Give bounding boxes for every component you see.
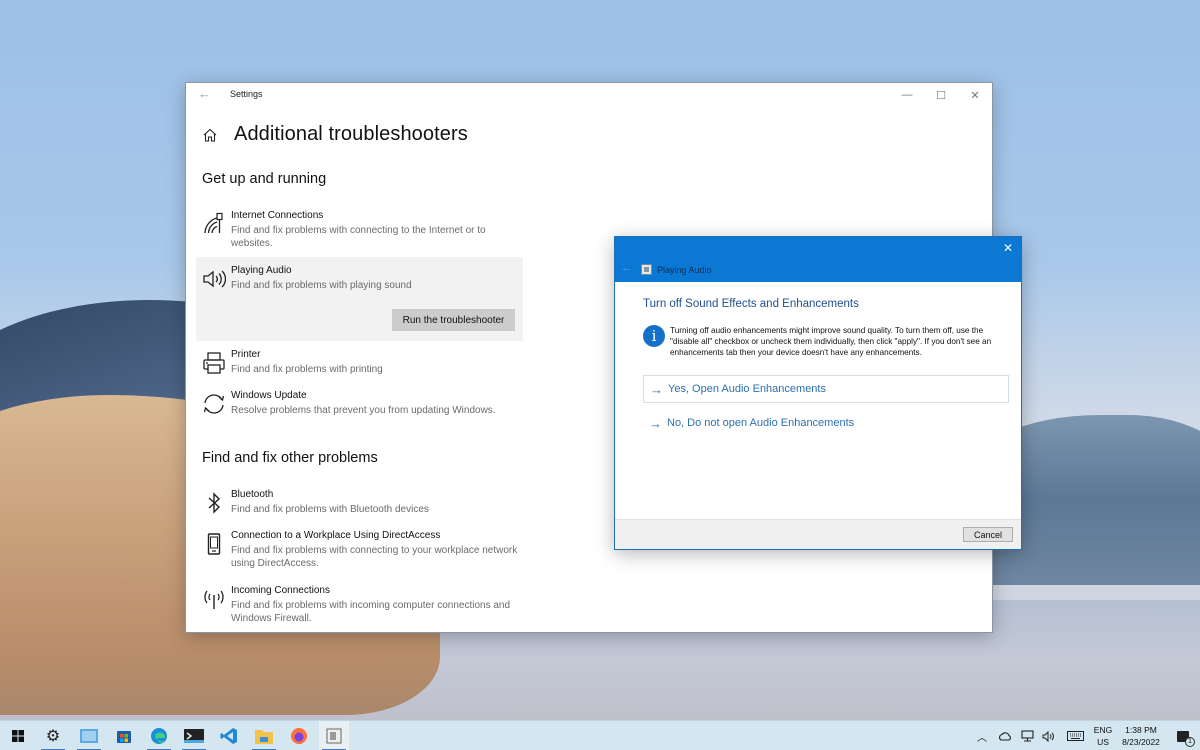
cancel-button[interactable]: Cancel bbox=[963, 527, 1013, 542]
keyboard-icon bbox=[1066, 731, 1084, 741]
item-name: Incoming Connections bbox=[231, 585, 330, 596]
phone-device-icon bbox=[207, 533, 221, 555]
taskbar-edge[interactable] bbox=[144, 721, 174, 750]
taskbar-file-explorer[interactable] bbox=[249, 721, 279, 750]
cloud-icon bbox=[999, 731, 1011, 741]
remote-desktop-icon bbox=[80, 729, 98, 743]
antenna-icon bbox=[204, 590, 224, 609]
troubleshooter-printer[interactable]: Printer Find and fix problems with print… bbox=[196, 349, 523, 379]
close-button[interactable]: ✕ bbox=[958, 83, 992, 107]
troubleshooter-dialog: ✕ ← Playing Audio Turn off Sound Effects… bbox=[614, 236, 1022, 550]
notification-icon: 1 bbox=[1177, 730, 1195, 747]
troubleshooter-icon bbox=[326, 728, 342, 744]
section-title-other-problems: Find and fix other problems bbox=[202, 450, 378, 466]
region-code: US bbox=[1097, 737, 1109, 747]
edge-icon bbox=[151, 728, 167, 744]
arrow-right-icon: → bbox=[650, 381, 663, 397]
troubleshooter-bluetooth[interactable]: Bluetooth Find and fix problems with Blu… bbox=[196, 489, 523, 519]
clock-time: 1:38 PM bbox=[1125, 725, 1157, 735]
firefox-icon bbox=[291, 728, 307, 744]
windows-logo-icon bbox=[12, 730, 24, 742]
item-description: Find and fix problems with connecting to… bbox=[231, 225, 486, 249]
clock-button[interactable]: 1:38 PM 8/23/2022 bbox=[1116, 724, 1166, 748]
troubleshooter-incoming-connections[interactable]: Incoming Connections Find and fix proble… bbox=[196, 585, 523, 629]
terminal-icon bbox=[184, 729, 204, 743]
option-label: Yes, Open Audio Enhancements bbox=[668, 383, 826, 395]
vscode-icon bbox=[220, 728, 237, 744]
wifi-network-icon bbox=[204, 212, 223, 234]
notification-count: 1 bbox=[1185, 736, 1195, 747]
item-description: Find and fix problems with connecting to… bbox=[231, 545, 518, 569]
home-icon[interactable] bbox=[202, 127, 218, 143]
option-yes-open-enhancements[interactable]: → Yes, Open Audio Enhancements bbox=[643, 375, 1009, 403]
item-name: Connection to a Workplace Using DirectAc… bbox=[231, 530, 441, 541]
touch-keyboard-button[interactable] bbox=[1064, 721, 1086, 750]
page-title: Additional troubleshooters bbox=[234, 123, 468, 145]
gear-icon: ⚙ bbox=[45, 728, 61, 745]
taskbar-settings[interactable]: ⚙ bbox=[38, 721, 68, 750]
item-description: Find and fix problems with printing bbox=[231, 364, 383, 375]
run-troubleshooter-button[interactable]: Run the troubleshooter bbox=[392, 309, 515, 331]
taskbar-vscode[interactable] bbox=[214, 721, 244, 750]
troubleshooter-internet-connections[interactable]: Internet Connections Find and fix proble… bbox=[196, 210, 523, 252]
speaker-icon bbox=[203, 270, 226, 288]
window-controls: — ☐ ✕ bbox=[890, 83, 992, 107]
item-description: Find and fix problems with playing sound bbox=[231, 280, 412, 291]
taskbar-store[interactable] bbox=[109, 721, 139, 750]
item-description: Resolve problems that prevent you from u… bbox=[231, 405, 496, 416]
network-icon bbox=[1020, 730, 1034, 742]
folder-icon bbox=[255, 729, 273, 744]
back-arrow-icon[interactable]: ← bbox=[198, 86, 211, 101]
dialog-title: Playing Audio bbox=[657, 265, 712, 275]
sync-icon bbox=[203, 394, 225, 414]
show-hidden-icons-button[interactable]: ︿ bbox=[975, 721, 989, 750]
taskbar-troubleshooter[interactable] bbox=[319, 721, 349, 750]
window-title: Settings bbox=[230, 89, 263, 99]
dialog-close-button[interactable]: ✕ bbox=[1001, 241, 1015, 255]
option-no-open-enhancements[interactable]: → No, Do not open Audio Enhancements bbox=[643, 409, 1009, 437]
input-language-button[interactable]: ENG US bbox=[1092, 724, 1114, 748]
settings-titlebar[interactable]: ← Settings — ☐ ✕ bbox=[186, 83, 992, 107]
dialog-heading: Turn off Sound Effects and Enhancements bbox=[643, 298, 859, 310]
arrow-right-icon: → bbox=[649, 415, 662, 431]
item-name: Printer bbox=[231, 349, 261, 360]
troubleshooter-directaccess[interactable]: Connection to a Workplace Using DirectAc… bbox=[196, 530, 523, 574]
onedrive-button[interactable] bbox=[996, 721, 1014, 750]
network-button[interactable] bbox=[1018, 721, 1036, 750]
item-name: Playing Audio bbox=[231, 265, 292, 276]
dialog-titlebar[interactable]: ✕ ← Playing Audio bbox=[615, 237, 1021, 282]
taskbar-firefox[interactable] bbox=[284, 721, 314, 750]
item-name: Internet Connections bbox=[231, 210, 324, 221]
info-icon: i bbox=[643, 325, 665, 347]
page-header: Additional troubleshooters bbox=[202, 123, 468, 146]
store-icon bbox=[117, 731, 131, 743]
clock-date: 8/23/2022 bbox=[1122, 737, 1160, 747]
troubleshooter-windows-update[interactable]: Windows Update Resolve problems that pre… bbox=[196, 390, 523, 420]
language-code: ENG bbox=[1093, 725, 1113, 735]
troubleshooter-playing-audio[interactable]: Playing Audio Find and fix problems with… bbox=[196, 257, 523, 341]
action-center-button[interactable]: 1 bbox=[1170, 721, 1196, 750]
speaker-icon bbox=[1042, 730, 1054, 742]
option-label: No, Do not open Audio Enhancements bbox=[667, 417, 855, 429]
maximize-button[interactable]: ☐ bbox=[924, 83, 958, 107]
item-description: Find and fix problems with incoming comp… bbox=[231, 600, 511, 624]
item-name: Bluetooth bbox=[231, 489, 274, 500]
dialog-back-icon[interactable]: ← bbox=[621, 262, 632, 274]
item-description: Find and fix problems with Bluetooth dev… bbox=[231, 504, 429, 515]
troubleshooter-app-icon bbox=[641, 264, 652, 275]
item-name: Windows Update bbox=[231, 390, 307, 401]
dialog-footer: Cancel bbox=[615, 519, 1021, 549]
dialog-body-text: Turning off audio enhancements might imp… bbox=[670, 326, 992, 357]
volume-button[interactable] bbox=[1040, 721, 1058, 750]
chevron-up-icon: ︿ bbox=[977, 732, 987, 744]
taskbar: ⚙ ︿ ENG US 1:38 PM 8/23/2022 1 bbox=[0, 720, 1200, 750]
printer-icon bbox=[203, 352, 225, 374]
taskbar-terminal[interactable] bbox=[179, 721, 209, 750]
start-button[interactable] bbox=[3, 721, 33, 750]
taskbar-remote-desktop[interactable] bbox=[74, 721, 104, 750]
section-title-get-up-running: Get up and running bbox=[202, 171, 327, 187]
minimize-button[interactable]: — bbox=[890, 83, 924, 107]
bluetooth-icon bbox=[208, 492, 221, 514]
